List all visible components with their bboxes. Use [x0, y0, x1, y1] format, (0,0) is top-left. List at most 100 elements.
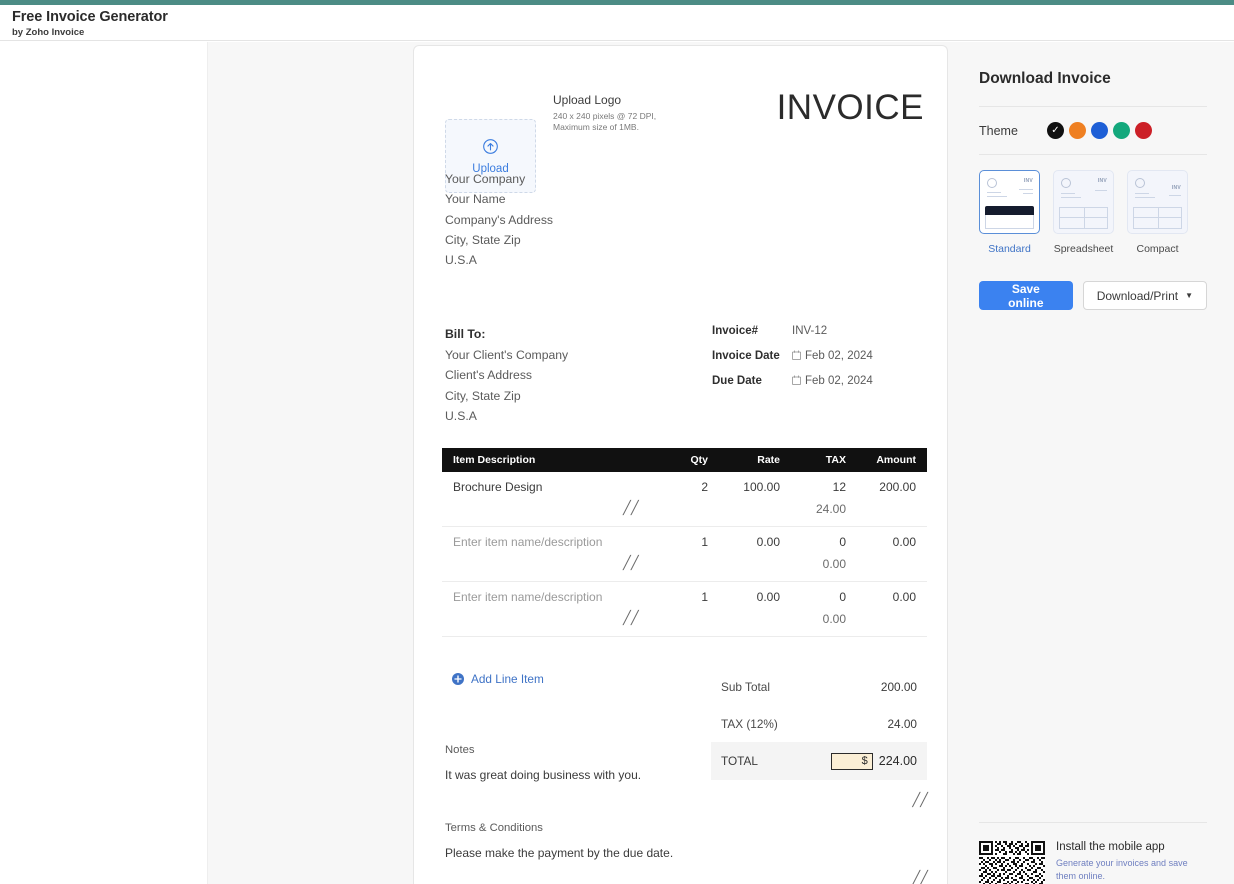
- bill-to-block: Bill To: Your Client's Company Client's …: [445, 324, 695, 427]
- row-rate-input[interactable]: 100.00: [708, 480, 780, 494]
- theme-swatch-teal[interactable]: [1113, 122, 1130, 139]
- panel-title: Download Invoice: [979, 70, 1111, 87]
- terms-text[interactable]: Please make the payment by the due date.: [445, 846, 930, 860]
- bill-to-label: Bill To:: [445, 327, 486, 341]
- row-description-resize-cell: ╱╱: [453, 556, 780, 569]
- invoice-number-label: Invoice#: [712, 325, 759, 337]
- row-description-input[interactable]: Enter item name/description: [453, 590, 650, 604]
- row-tax-amount-value: 24.00: [815, 502, 846, 516]
- from-company[interactable]: Your Company: [445, 169, 705, 189]
- row-qty-input[interactable]: 1: [650, 535, 708, 549]
- add-line-item-label: Add Line Item: [471, 672, 544, 686]
- meta-row-due-date: Due Date Feb 02, 2024: [712, 375, 927, 400]
- thumb-invoice-label-icon: INV: [1097, 178, 1107, 184]
- from-name[interactable]: Your Name: [445, 189, 705, 209]
- due-date-label: Due Date: [712, 375, 762, 387]
- line-items-table: Item Description Qty Rate TAX Amount Bro…: [442, 448, 927, 637]
- promo-body: Install the mobile app Generate your inv…: [979, 841, 1207, 884]
- from-city-state-zip[interactable]: City, State Zip: [445, 230, 705, 250]
- invoice-heading: INVOICE: [776, 88, 924, 127]
- bill-to-company[interactable]: Your Client's Company: [445, 345, 695, 366]
- template-option-standard[interactable]: INV Standard: [979, 170, 1040, 255]
- theme-swatch-black[interactable]: ✓: [1047, 122, 1064, 139]
- subtotal-row: Sub Total 200.00: [711, 668, 927, 705]
- add-line-item-button[interactable]: Add Line Item: [452, 672, 544, 686]
- terms-label: Terms & Conditions: [445, 822, 543, 834]
- download-invoice-panel: Download Invoice Theme ✓ INV Standard IN…: [979, 70, 1207, 310]
- brand-title: Free Invoice Generator: [12, 9, 168, 25]
- from-country[interactable]: U.S.A: [445, 250, 705, 270]
- tax-value: 24.00: [887, 716, 917, 731]
- plus-circle-icon: [452, 673, 464, 685]
- row-amount-value: 0.00: [892, 535, 916, 549]
- bill-to-city-state-zip[interactable]: City, State Zip: [445, 386, 695, 407]
- mobile-app-promo: Install the mobile app Generate your inv…: [979, 822, 1207, 884]
- row-description-input[interactable]: Brochure Design: [453, 480, 650, 494]
- resize-handle-icon[interactable]: ╱╱: [623, 501, 639, 514]
- qr-code-icon: [979, 841, 1045, 884]
- bill-to-country[interactable]: U.S.A: [445, 406, 695, 427]
- template-option-compact[interactable]: INV Compact: [1127, 170, 1188, 255]
- download-print-button[interactable]: Download/Print ▼: [1082, 281, 1207, 310]
- notes-section: Notes It was great doing business with y…: [445, 744, 930, 822]
- column-header-description: Item Description: [453, 454, 536, 466]
- row-tax-amount-value: 0.00: [822, 557, 846, 571]
- invoice-date-label: Invoice Date: [712, 350, 780, 362]
- subtotal-label: Sub Total: [721, 679, 770, 694]
- thumb-logo-circle-icon: [1061, 178, 1071, 188]
- theme-swatch-blue[interactable]: [1091, 122, 1108, 139]
- promo-text: Install the mobile app Generate your inv…: [1056, 841, 1207, 884]
- app-header: Free Invoice Generator by Zoho Invoice: [0, 5, 1234, 41]
- invoice-date-value: Feb 02, 2024: [805, 350, 873, 362]
- table-row: Enter item name/description 1 0.00 0 0.0…: [442, 582, 927, 637]
- row-rate-input[interactable]: 0.00: [708, 590, 780, 604]
- resize-handle-icon[interactable]: ╱╱: [912, 871, 928, 884]
- meta-row-invoice-number: Invoice# INV-12: [712, 325, 927, 350]
- subtotal-value: 200.00: [880, 679, 917, 694]
- save-online-button[interactable]: Save online: [979, 281, 1073, 310]
- tax-label: TAX (12%): [721, 716, 778, 731]
- column-header-tax: TAX: [825, 454, 846, 466]
- theme-row: Theme ✓: [979, 107, 1207, 154]
- table-header-row: Item Description Qty Rate TAX Amount: [442, 448, 927, 472]
- row-tax-input[interactable]: 0: [780, 590, 846, 604]
- thumb-grid: [1059, 207, 1108, 229]
- from-address-block[interactable]: Your Company Your Name Company's Address…: [445, 169, 705, 270]
- thumb-logo-circle-icon: [1135, 178, 1145, 188]
- resize-handle-icon[interactable]: ╱╱: [912, 793, 928, 806]
- upload-note-line-1: 240 x 240 pixels @ 72 DPI,: [553, 111, 657, 121]
- row-description-input[interactable]: Enter item name/description: [453, 535, 650, 549]
- template-thumbnail-standard: INV: [979, 170, 1040, 234]
- template-option-spreadsheet[interactable]: INV Spreadsheet: [1053, 170, 1114, 255]
- column-header-qty: Qty: [690, 454, 708, 466]
- row-amount-value: 0.00: [892, 590, 916, 604]
- notes-label: Notes: [445, 744, 475, 756]
- row-qty-input[interactable]: 2: [650, 480, 708, 494]
- due-date-value: Feb 02, 2024: [805, 375, 873, 387]
- bill-to-address[interactable]: Client's Address: [445, 365, 695, 386]
- row-tax-input[interactable]: 0: [780, 535, 846, 549]
- page-body: Upload Upload Logo 240 x 240 pixels @ 72…: [0, 42, 1234, 884]
- invoice-number-value[interactable]: INV-12: [792, 325, 827, 337]
- due-date-value-wrap[interactable]: Feb 02, 2024: [792, 375, 873, 388]
- thumb-logo-circle-icon: [987, 178, 997, 188]
- theme-swatch-orange[interactable]: [1069, 122, 1086, 139]
- row-qty-input[interactable]: 1: [650, 590, 708, 604]
- row-description-resize-cell: ╱╱: [453, 501, 780, 514]
- resize-handle-icon[interactable]: ╱╱: [623, 556, 639, 569]
- resize-handle-icon[interactable]: ╱╱: [623, 611, 639, 624]
- template-label-compact: Compact: [1136, 243, 1179, 255]
- row-tax-input[interactable]: 12: [780, 480, 846, 494]
- template-chooser: INV Standard INV Spreadsheet INV Compact: [979, 170, 1207, 255]
- from-address[interactable]: Company's Address: [445, 210, 705, 230]
- invoice-date-value-wrap[interactable]: Feb 02, 2024: [792, 350, 873, 363]
- tax-row: TAX (12%) 24.00: [711, 705, 927, 742]
- thumb-grid: [1133, 207, 1182, 229]
- notes-text[interactable]: It was great doing business with you.: [445, 768, 930, 782]
- theme-swatch-red[interactable]: [1135, 122, 1152, 139]
- upload-arrow-icon: [482, 138, 499, 159]
- row-rate-input[interactable]: 0.00: [708, 535, 780, 549]
- upload-note-line-2: Maximum size of 1MB.: [553, 122, 639, 133]
- check-icon: ✓: [1051, 124, 1060, 136]
- calendar-icon: [792, 375, 801, 388]
